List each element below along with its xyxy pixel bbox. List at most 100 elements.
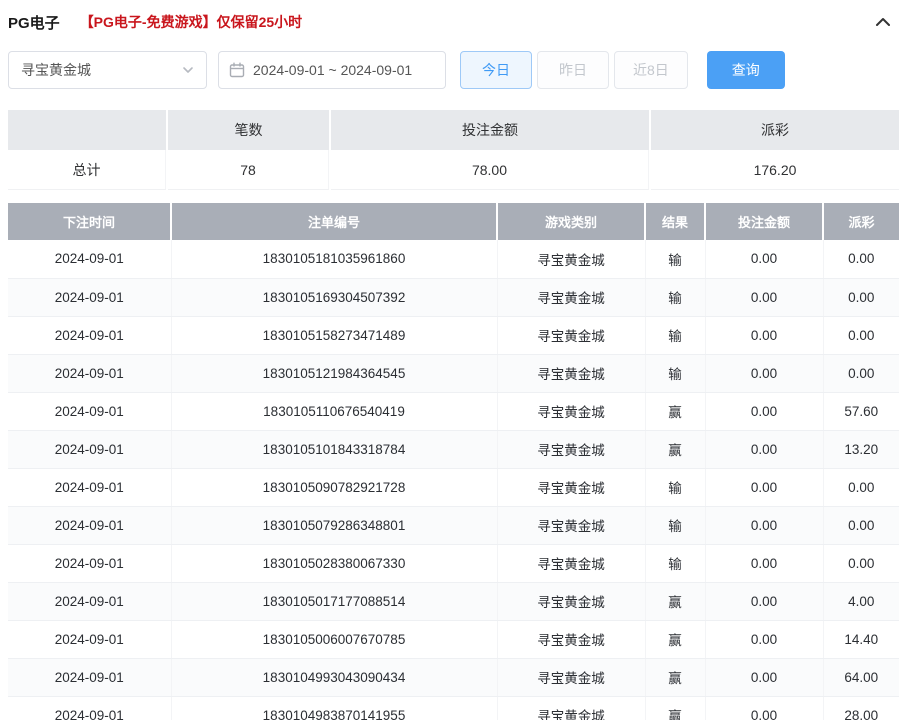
cell-payout: 14.40	[823, 620, 899, 658]
cell-order-id: 1830105110676540419	[171, 392, 497, 430]
cell-result: 输	[645, 278, 705, 316]
cell-order-id: 1830104983870141955	[171, 696, 497, 720]
cell-payout: 0.00	[823, 544, 899, 582]
cell-result: 赢	[645, 696, 705, 720]
collapse-button[interactable]	[871, 10, 895, 34]
col-header-bet-amount: 投注金额	[705, 203, 823, 240]
cell-order-id: 1830105090782921728	[171, 468, 497, 506]
cell-bet-time: 2024-09-01	[8, 468, 171, 506]
game-select[interactable]: 寻宝黄金城	[8, 51, 207, 89]
cell-result: 赢	[645, 620, 705, 658]
summary-header-count: 笔数	[168, 110, 329, 150]
col-header-result: 结果	[645, 203, 705, 240]
quick-range-today[interactable]: 今日	[460, 51, 532, 89]
promo-notice: 【PG电子-免费游戏】仅保留25小时	[80, 12, 302, 32]
cell-game-type: 寻宝黄金城	[497, 240, 645, 278]
cell-result: 输	[645, 316, 705, 354]
cell-game-type: 寻宝黄金城	[497, 392, 645, 430]
quick-range-yesterday[interactable]: 昨日	[537, 51, 609, 89]
summary-header-payout: 派彩	[651, 110, 899, 150]
cell-bet-time: 2024-09-01	[8, 430, 171, 468]
summary-total-count: 78	[168, 150, 329, 190]
cell-bet-amount: 0.00	[705, 316, 823, 354]
table-row: 2024-09-011830105181035961860寻宝黄金城输0.000…	[8, 240, 899, 278]
cell-order-id: 1830105121984364545	[171, 354, 497, 392]
page-title: PG电子	[8, 12, 60, 33]
table-row: 2024-09-011830105090782921728寻宝黄金城输0.000…	[8, 468, 899, 506]
cell-bet-amount: 0.00	[705, 354, 823, 392]
cell-game-type: 寻宝黄金城	[497, 430, 645, 468]
cell-result: 赢	[645, 392, 705, 430]
cell-bet-time: 2024-09-01	[8, 240, 171, 278]
table-row: 2024-09-011830104993043090434寻宝黄金城赢0.006…	[8, 658, 899, 696]
cell-result: 赢	[645, 658, 705, 696]
cell-bet-time: 2024-09-01	[8, 544, 171, 582]
table-row: 2024-09-011830105121984364545寻宝黄金城输0.000…	[8, 354, 899, 392]
cell-payout: 0.00	[823, 316, 899, 354]
cell-bet-amount: 0.00	[705, 658, 823, 696]
cell-bet-time: 2024-09-01	[8, 278, 171, 316]
cell-game-type: 寻宝黄金城	[497, 620, 645, 658]
table-row: 2024-09-011830105158273471489寻宝黄金城输0.000…	[8, 316, 899, 354]
table-row: 2024-09-011830105101843318784寻宝黄金城赢0.001…	[8, 430, 899, 468]
calendar-icon	[229, 62, 245, 78]
query-button[interactable]: 查询	[707, 51, 785, 89]
cell-order-id: 1830105101843318784	[171, 430, 497, 468]
cell-bet-amount: 0.00	[705, 392, 823, 430]
cell-result: 输	[645, 506, 705, 544]
summary-total-label: 总计	[8, 150, 166, 190]
summary-total-row: 总计 78 78.00 176.20	[8, 150, 899, 190]
cell-result: 赢	[645, 582, 705, 620]
summary-header-blank	[8, 110, 166, 150]
cell-bet-amount: 0.00	[705, 240, 823, 278]
cell-payout: 0.00	[823, 506, 899, 544]
cell-payout: 0.00	[823, 278, 899, 316]
cell-order-id: 1830105006007670785	[171, 620, 497, 658]
cell-bet-time: 2024-09-01	[8, 620, 171, 658]
cell-order-id: 1830105158273471489	[171, 316, 497, 354]
cell-payout: 64.00	[823, 658, 899, 696]
summary-total-payout: 176.20	[651, 150, 899, 190]
cell-bet-amount: 0.00	[705, 544, 823, 582]
table-row: 2024-09-011830105110676540419寻宝黄金城赢0.005…	[8, 392, 899, 430]
table-row: 2024-09-011830105079286348801寻宝黄金城输0.000…	[8, 506, 899, 544]
cell-result: 输	[645, 354, 705, 392]
cell-game-type: 寻宝黄金城	[497, 278, 645, 316]
cell-bet-amount: 0.00	[705, 582, 823, 620]
cell-bet-time: 2024-09-01	[8, 392, 171, 430]
cell-game-type: 寻宝黄金城	[497, 468, 645, 506]
cell-order-id: 1830105028380067330	[171, 544, 497, 582]
date-range-picker[interactable]: 2024-09-01 ~ 2024-09-01	[218, 51, 446, 89]
cell-payout: 4.00	[823, 582, 899, 620]
cell-game-type: 寻宝黄金城	[497, 696, 645, 720]
cell-result: 输	[645, 468, 705, 506]
quick-range-group: 今日 昨日 近8日	[460, 51, 688, 89]
cell-payout: 0.00	[823, 354, 899, 392]
cell-bet-amount: 0.00	[705, 506, 823, 544]
chevron-down-icon	[182, 64, 194, 76]
cell-bet-time: 2024-09-01	[8, 696, 171, 720]
cell-payout: 28.00	[823, 696, 899, 720]
cell-order-id: 1830105017177088514	[171, 582, 497, 620]
cell-payout: 0.00	[823, 468, 899, 506]
col-header-payout: 派彩	[823, 203, 899, 240]
summary-header-row: 笔数 投注金额 派彩	[8, 110, 899, 150]
cell-game-type: 寻宝黄金城	[497, 544, 645, 582]
bet-table-body: 2024-09-011830105181035961860寻宝黄金城输0.000…	[8, 240, 899, 720]
cell-bet-amount: 0.00	[705, 430, 823, 468]
cell-payout: 0.00	[823, 240, 899, 278]
cell-game-type: 寻宝黄金城	[497, 506, 645, 544]
cell-result: 输	[645, 544, 705, 582]
cell-payout: 13.20	[823, 430, 899, 468]
cell-order-id: 1830104993043090434	[171, 658, 497, 696]
cell-bet-amount: 0.00	[705, 620, 823, 658]
cell-game-type: 寻宝黄金城	[497, 658, 645, 696]
panel-header: PG电子 【PG电子-免费游戏】仅保留25小时	[0, 0, 907, 44]
table-row: 2024-09-011830105017177088514寻宝黄金城赢0.004…	[8, 582, 899, 620]
quick-range-last8days[interactable]: 近8日	[614, 51, 688, 89]
cell-bet-time: 2024-09-01	[8, 582, 171, 620]
table-row: 2024-09-011830105169304507392寻宝黄金城输0.000…	[8, 278, 899, 316]
table-row: 2024-09-011830104983870141955寻宝黄金城赢0.002…	[8, 696, 899, 720]
cell-game-type: 寻宝黄金城	[497, 354, 645, 392]
col-header-bet-time: 下注时间	[8, 203, 171, 240]
